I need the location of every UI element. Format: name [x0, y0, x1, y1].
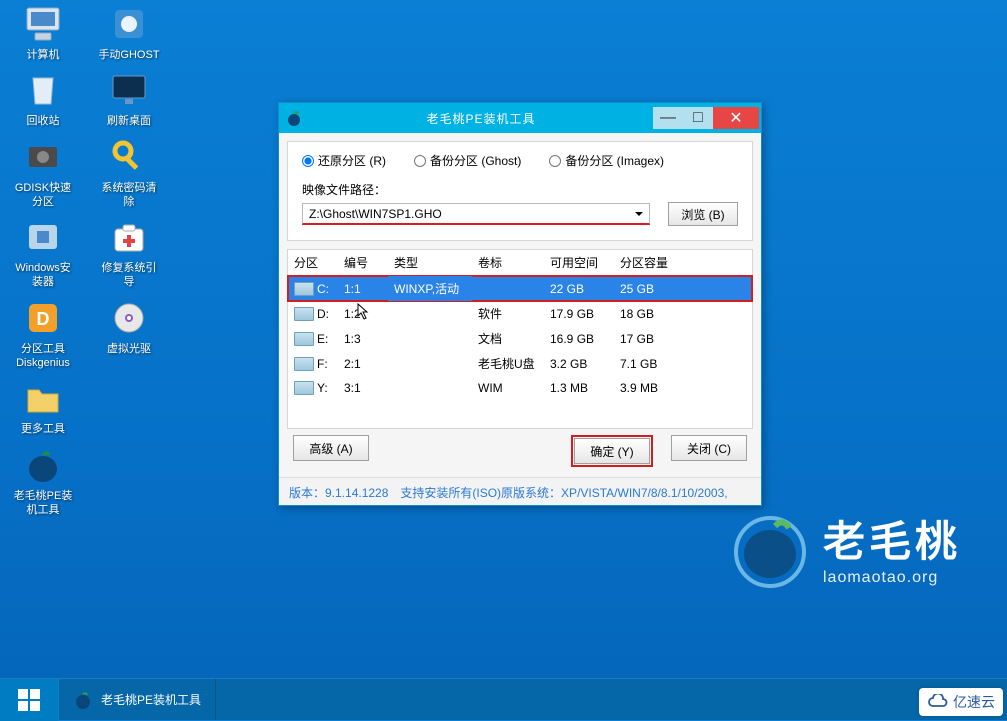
icon-password[interactable]: 系统密码清除 [98, 137, 160, 210]
hdd-icon [23, 139, 63, 175]
options-panel: 还原分区 (R) 备份分区 (Ghost) 备份分区 (Imagex) 映像文件… [287, 141, 753, 241]
mode-radio-group: 还原分区 (R) 备份分区 (Ghost) 备份分区 (Imagex) [302, 152, 738, 169]
computer-icon [23, 6, 63, 42]
table-row[interactable]: D: 1:2 软件 17.9 GB 18 GB [288, 301, 752, 326]
taskbar-item[interactable]: 老毛桃PE装机工具 [58, 679, 216, 720]
icon-computer[interactable]: 计算机 [12, 4, 74, 62]
folder-icon [23, 380, 63, 416]
icon-bootfix[interactable]: 修复系统引导 [98, 217, 160, 290]
maximize-button[interactable]: □ [683, 107, 713, 129]
disk-icon [294, 381, 314, 395]
desktop-icons-area: 计算机 手动GHOST 回收站 刷新桌面 GDISK快速分区 系统密码清除 Wi… [0, 0, 172, 529]
peach-logo-icon [727, 504, 813, 590]
radio-backup-imagex[interactable]: 备份分区 (Imagex) [549, 152, 664, 169]
icon-virtualcd[interactable]: 虚拟光驱 [98, 298, 160, 371]
app-window: 老毛桃PE装机工具 — □ ✕ 还原分区 (R) 备份分区 (Ghost) 备份… [278, 102, 762, 506]
icon-recycle[interactable]: 回收站 [12, 70, 74, 128]
watermark: 亿速云 [919, 688, 1003, 716]
advanced-button[interactable]: 高级 (A) [293, 435, 369, 461]
taskbar: 老毛桃PE装机工具 [0, 678, 1007, 720]
icon-moretools[interactable]: 更多工具 [12, 378, 74, 436]
desktop: 计算机 手动GHOST 回收站 刷新桌面 GDISK快速分区 系统密码清除 Wi… [0, 0, 1007, 678]
titlebar[interactable]: 老毛桃PE装机工具 — □ ✕ [279, 103, 761, 133]
table-row[interactable]: F: 2:1 老毛桃U盘 3.2 GB 7.1 GB [288, 351, 752, 376]
image-path-input[interactable] [302, 203, 650, 225]
disk-icon [294, 307, 314, 321]
col-num: 编号 [338, 250, 388, 276]
ok-button[interactable]: 确定 (Y) [574, 438, 650, 464]
diskgenius-icon: D [23, 298, 63, 338]
radio-backup-ghost[interactable]: 备份分区 (Ghost) [414, 152, 521, 169]
peach-icon [73, 690, 93, 710]
col-cap: 分区容量 [614, 250, 752, 276]
col-avail: 可用空间 [544, 250, 614, 276]
partition-table: 分区 编号 类型 卷标 可用空间 分区容量 C: 1:1 WINXP,活动 2 [288, 250, 752, 428]
icon-diskgenius[interactable]: D分区工具Diskgenius [12, 298, 74, 371]
browse-button[interactable]: 浏览 (B) [668, 202, 738, 226]
button-row: 高级 (A) 确定 (Y) 关闭 (C) [279, 429, 761, 477]
icon-refresh[interactable]: 刷新桌面 [98, 70, 160, 128]
image-path-label: 映像文件路径： [302, 181, 738, 198]
recycle-icon [23, 70, 63, 110]
col-vol: 卷标 [472, 250, 544, 276]
disk-icon [294, 357, 314, 371]
col-partition: 分区 [288, 250, 338, 276]
peach-icon [279, 109, 309, 127]
cd-icon [109, 298, 149, 338]
close-button[interactable]: ✕ [713, 107, 759, 129]
minimize-button[interactable]: — [653, 107, 683, 129]
window-title: 老毛桃PE装机工具 [309, 110, 653, 127]
table-row[interactable]: E: 1:3 文档 16.9 GB 17 GB [288, 326, 752, 351]
svg-text:D: D [37, 309, 50, 329]
table-row[interactable]: Y: 3:1 WIM 1.3 MB 3.9 MB [288, 376, 752, 400]
firstaid-icon [109, 217, 149, 257]
wallpaper-brand: 老毛桃 laomaotao.org [727, 504, 961, 590]
desktop-monitor-icon [109, 72, 149, 108]
icon-wininstall[interactable]: Windows安装器 [12, 217, 74, 290]
col-type: 类型 [388, 250, 472, 276]
installer-icon [23, 217, 63, 257]
cancel-button[interactable]: 关闭 (C) [671, 435, 747, 461]
icon-gdisk[interactable]: GDISK快速分区 [12, 137, 74, 210]
key-icon [109, 137, 149, 177]
table-row[interactable]: C: 1:1 WINXP,活动 22 GB 25 GB [288, 276, 752, 302]
disk-icon [294, 332, 314, 346]
cloud-icon [927, 694, 949, 710]
radio-restore[interactable]: 还原分区 (R) [302, 152, 386, 169]
peach-icon [23, 445, 63, 485]
icon-lmt[interactable]: 老毛桃PE装机工具 [12, 445, 74, 518]
disk-icon [294, 282, 314, 296]
cursor-icon [356, 303, 370, 321]
status-bar: 版本：9.1.14.1228 支持安装所有(ISO)原版系统：XP/VISTA/… [279, 477, 761, 505]
start-button[interactable] [0, 679, 58, 721]
icon-ghost[interactable]: 手动GHOST [98, 4, 160, 62]
start-icon [16, 687, 42, 713]
ghost-icon [109, 6, 149, 42]
